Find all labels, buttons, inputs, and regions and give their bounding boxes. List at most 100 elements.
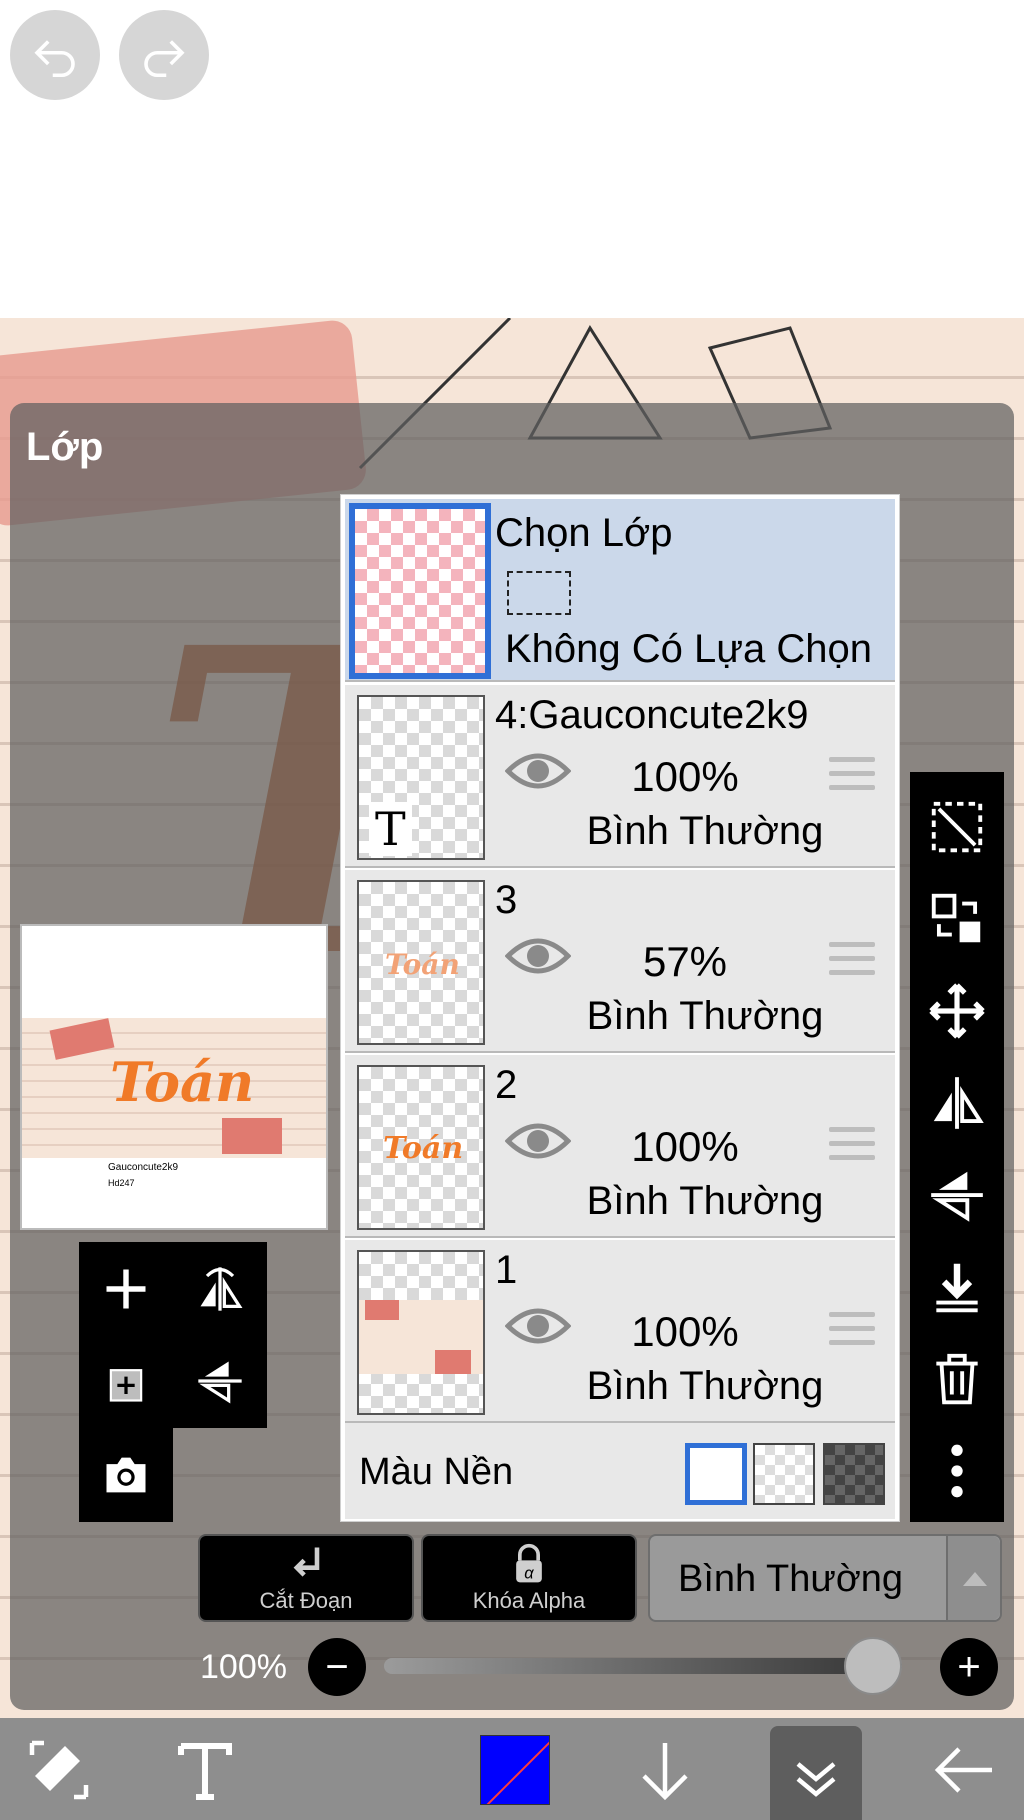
add-copy-button[interactable] [79, 1334, 173, 1428]
lock-icon: α [516, 1543, 542, 1583]
rotate-layer-icon [198, 1361, 242, 1404]
layer-name: 3 [495, 878, 518, 922]
alpha-lock-label: Khóa Alpha [472, 1588, 586, 1613]
flip-layer-icon [200, 1267, 243, 1311]
layer-thumbnail [357, 1250, 485, 1415]
background-color-row: Màu Nền [345, 1423, 895, 1519]
redo-button[interactable] [119, 10, 209, 100]
thumbnail-shape [435, 1350, 471, 1374]
blend-mode-value: Bình Thường [678, 1558, 904, 1600]
layer-thumbnail: Toán [357, 880, 485, 1045]
clipping-button[interactable]: Cắt Đoạn [198, 1534, 414, 1622]
down-arrow-button[interactable] [620, 1726, 710, 1814]
select-icon [931, 801, 983, 853]
opacity-slider-knob[interactable] [844, 1637, 902, 1695]
eraser-transform-button[interactable] [14, 1726, 104, 1814]
back-button[interactable] [920, 1726, 1010, 1814]
selection-layer-title: Chọn Lớp [495, 511, 673, 555]
layer-blend-mode: Bình Thường [586, 1179, 824, 1223]
rotate-layer-button[interactable] [173, 1334, 267, 1428]
drag-handle-icon[interactable] [829, 757, 875, 795]
clipping-label: Cắt Đoạn [259, 1588, 353, 1613]
selection-layer-row[interactable]: Chọn Lớp Không Có Lựa Chọn [345, 499, 895, 682]
layer-name: 4:Gauconcute2k9 [495, 693, 809, 737]
flip-layer-button[interactable] [173, 1242, 267, 1336]
color-swatch [480, 1735, 550, 1805]
opacity-slider-track[interactable] [384, 1658, 902, 1674]
flip-vertical-icon [931, 1171, 983, 1222]
camera-icon [106, 1457, 146, 1493]
preview-caption: Hd247 [108, 1178, 135, 1188]
back-arrow-icon [934, 1747, 992, 1793]
thumbnail-word: Toán [385, 948, 460, 981]
layer-blend-mode: Bình Thường [586, 1364, 824, 1408]
plus-icon: + [957, 1645, 981, 1689]
dropdown-arrow-icon[interactable] [946, 1536, 1000, 1620]
layer-thumbnail: Toán [357, 1065, 485, 1230]
collapse-panel-button[interactable] [770, 1726, 862, 1820]
drag-handle-icon[interactable] [829, 1312, 875, 1350]
transform-icon [931, 893, 981, 943]
svg-text:α: α [524, 1565, 534, 1583]
undo-icon [34, 40, 75, 78]
move-button[interactable] [920, 974, 994, 1048]
left-toolbar [79, 1242, 267, 1428]
background-white-swatch[interactable] [685, 1443, 747, 1505]
opacity-decrease-button[interactable]: − [308, 1638, 366, 1696]
visibility-eye-icon[interactable] [505, 747, 571, 795]
selection-marquee-icon [507, 571, 571, 615]
layer-row-2[interactable]: Toán 2 100% Bình Thường [345, 1055, 895, 1238]
visibility-eye-icon[interactable] [505, 1302, 571, 1350]
merge-down-button[interactable] [920, 1250, 994, 1324]
panel-title: Lớp [26, 425, 104, 469]
more-icon [951, 1444, 963, 1498]
visibility-eye-icon[interactable] [505, 1117, 571, 1165]
bottom-toolbar [0, 1718, 1024, 1820]
thumbnail-shape [365, 1300, 399, 1320]
flip-horizontal-button[interactable] [920, 1066, 994, 1140]
delete-layer-button[interactable] [920, 1342, 994, 1416]
flip-horizontal-icon [933, 1077, 984, 1129]
background-dark-swatch[interactable] [823, 1443, 885, 1505]
text-layer-icon: T [369, 802, 412, 856]
camera-toolbar [79, 1428, 173, 1522]
layer-blend-mode: Bình Thường [586, 809, 824, 853]
preview-caption: Gauconcute2k9 [108, 1162, 179, 1173]
blend-mode-dropdown[interactable]: Bình Thường [648, 1534, 1002, 1622]
delete-icon [936, 1353, 978, 1405]
eraser-transform-icon [29, 1740, 89, 1800]
flip-vertical-button[interactable] [920, 1158, 994, 1232]
undo-button[interactable] [10, 10, 100, 100]
opacity-label: 100% [200, 1648, 287, 1686]
background-transparent-swatch[interactable] [753, 1443, 815, 1505]
thumbnail-artwork [359, 1300, 483, 1374]
camera-button[interactable] [79, 1428, 173, 1522]
redo-icon [144, 40, 185, 78]
text-tool-button[interactable] [160, 1726, 250, 1814]
alpha-lock-button[interactable]: α Khóa Alpha [421, 1534, 637, 1622]
opacity-increase-button[interactable]: + [940, 1638, 998, 1696]
layer-name: 2 [495, 1063, 518, 1107]
layer-opacity: 100% [631, 1123, 739, 1170]
add-layer-icon [106, 1269, 146, 1309]
more-button[interactable] [920, 1434, 994, 1508]
transform-button[interactable] [920, 882, 994, 956]
layer-thumbnail: T [357, 695, 485, 860]
drag-handle-icon[interactable] [829, 1127, 875, 1165]
layer-row-4[interactable]: T 4:Gauconcute2k9 100% Bình Thường [345, 685, 895, 868]
down-arrow-icon [642, 1743, 688, 1801]
layer-row-1[interactable]: 1 100% Bình Thường [345, 1240, 895, 1423]
right-toolbar [910, 772, 1004, 1522]
layer-row-3[interactable]: Toán 3 57% Bình Thường [345, 870, 895, 1053]
clipping-arrow-icon [293, 1547, 320, 1577]
preview-artwork: Toán [22, 1018, 326, 1158]
drag-handle-icon[interactable] [829, 942, 875, 980]
visibility-eye-icon[interactable] [505, 932, 571, 980]
color-button[interactable] [470, 1726, 560, 1814]
text-tool-icon [178, 1743, 232, 1800]
add-layer-button[interactable] [79, 1242, 173, 1336]
select-button[interactable] [920, 790, 994, 864]
preview-word: Toán [110, 1050, 255, 1114]
layer-opacity: 100% [631, 753, 739, 800]
selection-thumbnail [349, 503, 491, 679]
